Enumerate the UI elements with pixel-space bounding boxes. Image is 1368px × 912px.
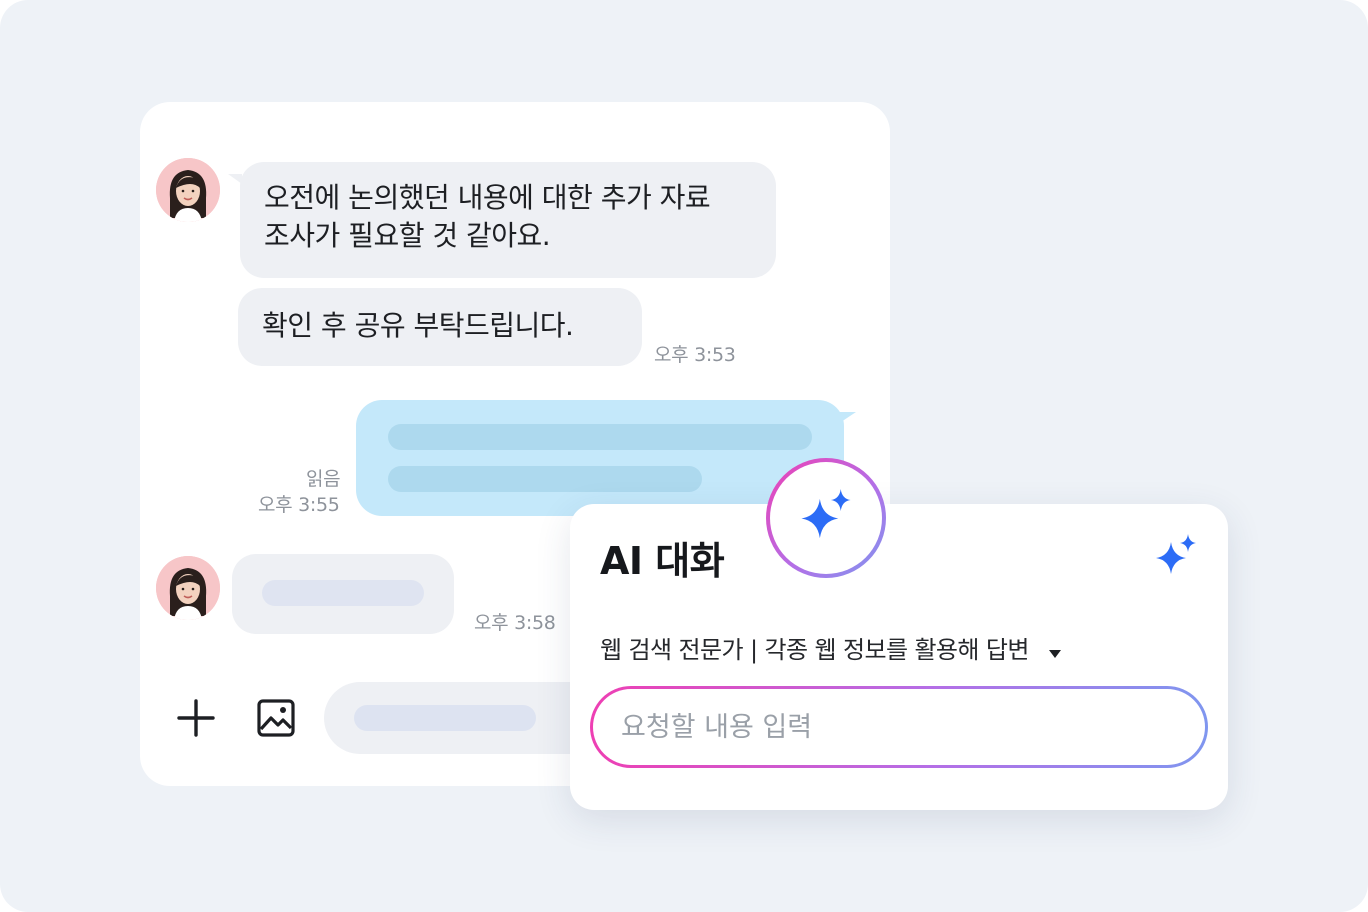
ai-chat-panel: AI 대화 웹 검색 전문가 | 각종 웹 정보를 활용해 답변: [570, 504, 1228, 810]
message-bubble[interactable]: 확인 후 공유 부탁드립니다.: [238, 288, 642, 366]
ai-request-input-border: [590, 686, 1208, 768]
sparkle-icon[interactable]: [1154, 534, 1198, 578]
ai-badge-inner: [770, 462, 882, 574]
message-text-line: 조사가 필요할 것 같아요.: [264, 219, 551, 252]
read-status: 읽음: [306, 468, 341, 490]
stage-background: 오전에 논의했던 내용에 대한 추가 자료 조사가 필요할 것 같아요. 확인 …: [0, 0, 1368, 912]
text-placeholder-bar: [262, 580, 424, 606]
message-timestamp: 오후 3:58: [474, 612, 556, 634]
message-timestamp: 오후 3:53: [654, 344, 736, 366]
text-placeholder-bar: [388, 424, 812, 450]
message-timestamp: 오후 3:55: [258, 494, 340, 516]
text-placeholder-bar: [354, 705, 536, 731]
text-placeholder-bar: [388, 466, 702, 492]
ai-mode-label: 웹 검색 전문가 | 각종 웹 정보를 활용해 답변: [600, 636, 1029, 664]
plus-icon[interactable]: [176, 698, 216, 738]
ai-panel-title: AI 대화: [600, 539, 725, 583]
ai-badge[interactable]: [766, 458, 886, 578]
sender-avatar[interactable]: [156, 158, 220, 222]
ai-mode-selector[interactable]: 웹 검색 전문가 | 각종 웹 정보를 활용해 답변: [600, 630, 1062, 665]
sparkle-icon: [799, 489, 853, 547]
message-bubble[interactable]: [232, 554, 454, 634]
sender-avatar[interactable]: [156, 556, 220, 620]
ai-request-input[interactable]: [593, 689, 1205, 765]
caret-down-icon: [1048, 637, 1062, 665]
message-text: 확인 후 공유 부탁드립니다.: [262, 309, 574, 342]
message-bubble[interactable]: 오전에 논의했던 내용에 대한 추가 자료 조사가 필요할 것 같아요.: [240, 162, 776, 278]
message-text-line: 오전에 논의했던 내용에 대한 추가 자료: [264, 181, 711, 214]
image-icon[interactable]: [256, 698, 296, 738]
